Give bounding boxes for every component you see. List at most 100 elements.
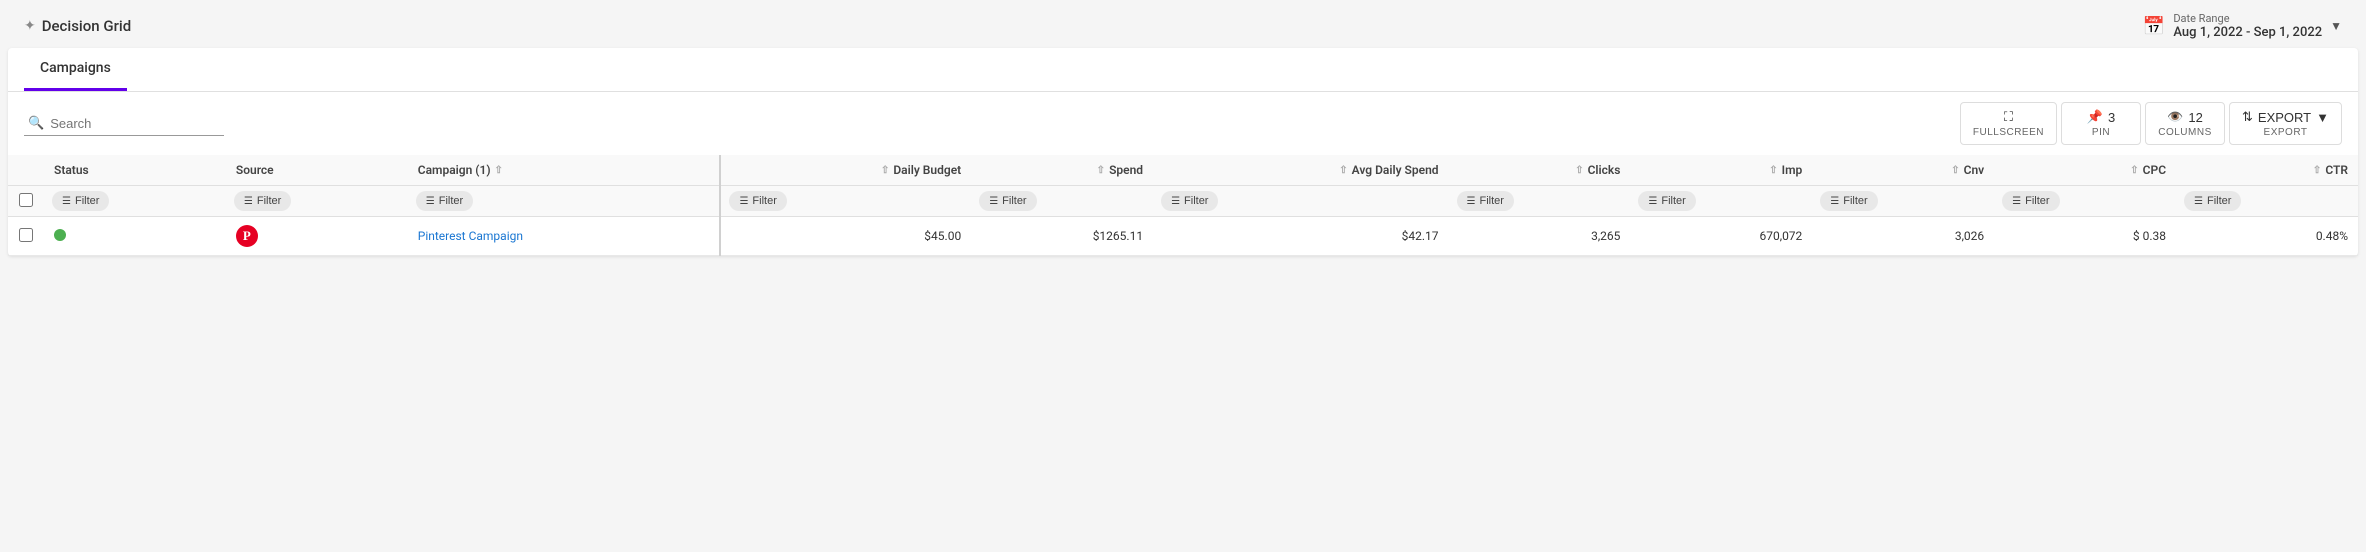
- date-range-label: Date Range: [2173, 12, 2229, 25]
- filter-th-source: ☰ Filter: [226, 186, 408, 217]
- filter-th-clicks: ☰ Filter: [1449, 186, 1631, 217]
- table-filter-row: ☰ Filter ☰ Filter ☰: [8, 186, 2358, 217]
- filter-imp-button[interactable]: ☰ Filter: [1638, 191, 1695, 211]
- th-clicks: ⇧ Clicks: [1449, 155, 1631, 186]
- pinterest-icon: P: [236, 225, 258, 247]
- filter-clicks-button[interactable]: ☰ Filter: [1457, 191, 1514, 211]
- th-cnv: ⇧ Cnv: [1812, 155, 1994, 186]
- filter-daily-budget-button[interactable]: ☰ Filter: [729, 191, 786, 211]
- export-icon: ⇅: [2242, 109, 2253, 125]
- columns-button[interactable]: 👁️ 12 COLUMNS: [2145, 102, 2225, 145]
- filter-imp-icon: ☰: [1648, 196, 1657, 207]
- app-title: ✦ Decision Grid: [24, 17, 131, 35]
- filter-clicks-label: Filter: [1480, 195, 1504, 207]
- filter-campaign-button[interactable]: ☰ Filter: [416, 191, 473, 211]
- daily-budget-sort-icon[interactable]: ⇧: [881, 165, 889, 176]
- row-daily-budget-cell: $45.00: [720, 217, 971, 256]
- filter-cpc-label: Filter: [2025, 195, 2049, 207]
- columns-label: COLUMNS: [2158, 127, 2212, 138]
- row-checkbox-cell: [8, 217, 44, 256]
- export-btn-label: EXPORT: [2264, 127, 2308, 138]
- search-input[interactable]: [50, 116, 210, 131]
- export-button[interactable]: ⇅ EXPORT ▼ EXPORT: [2229, 102, 2342, 145]
- filter-daily-budget-label: Filter: [752, 195, 776, 207]
- pin-button[interactable]: 📌 3 PIN: [2061, 102, 2141, 145]
- spend-sort-icon[interactable]: ⇧: [1097, 165, 1105, 176]
- th-spend: ⇧ Spend: [971, 155, 1153, 186]
- toolbar-actions: ⛶ FULLSCREEN 📌 3 PIN 👁️ 12 CO: [1960, 102, 2342, 145]
- pin-count: 3: [2108, 110, 2115, 125]
- avg-daily-spend-sort-icon[interactable]: ⇧: [1339, 165, 1347, 176]
- tabs-bar: Campaigns: [8, 48, 2358, 92]
- filter-imp-label: Filter: [1661, 195, 1685, 207]
- filter-th-spend: ☰ Filter: [971, 186, 1153, 217]
- th-campaign: Campaign (1) ⇧: [408, 155, 721, 186]
- filter-daily-budget-icon: ☰: [739, 196, 748, 207]
- fullscreen-button[interactable]: ⛶ FULLSCREEN: [1960, 102, 2057, 145]
- row-cnv-cell: 3,026: [1812, 217, 1994, 256]
- row-cpc-cell: $ 0.38: [1994, 217, 2176, 256]
- date-range-selector[interactable]: 📅 Date Range Aug 1, 2022 - Sep 1, 2022 ▼: [2143, 12, 2342, 40]
- chevron-down-icon: ▼: [2330, 19, 2342, 33]
- select-all-checkbox[interactable]: [19, 193, 33, 207]
- filter-spend-icon: ☰: [989, 196, 998, 207]
- filter-th-status: ☰ Filter: [44, 186, 226, 217]
- th-source: Source: [226, 155, 408, 186]
- fullscreen-icon: ⛶: [2004, 109, 2013, 125]
- row-status-cell: [44, 217, 226, 256]
- table-header-row: Status Source Campaign (1) ⇧: [8, 155, 2358, 186]
- campaign-link[interactable]: Pinterest Campaign: [418, 229, 523, 243]
- th-cpc: ⇧ CPC: [1994, 155, 2176, 186]
- filter-cpc-icon: ☰: [2012, 196, 2021, 207]
- campaign-sort-icon[interactable]: ⇧: [495, 165, 503, 176]
- filter-th-daily-budget: ☰ Filter: [720, 186, 971, 217]
- search-wrapper[interactable]: 🔍: [24, 112, 224, 136]
- th-checkbox: [8, 155, 44, 186]
- filter-status-button[interactable]: ☰ Filter: [52, 191, 109, 211]
- filter-source-button[interactable]: ☰ Filter: [234, 191, 291, 211]
- row-avg-daily-spend-cell: $42.17: [1153, 217, 1448, 256]
- filter-campaign-label: Filter: [439, 195, 463, 207]
- campaigns-table: Status Source Campaign (1) ⇧: [8, 155, 2358, 256]
- imp-sort-icon[interactable]: ⇧: [1769, 165, 1777, 176]
- app-container: ✦ Decision Grid 📅 Date Range Aug 1, 2022…: [0, 0, 2366, 552]
- row-checkbox[interactable]: [19, 228, 33, 242]
- export-chevron-icon: ▼: [2316, 110, 2329, 125]
- app-title-text: Decision Grid: [42, 17, 131, 35]
- filter-th-imp: ☰ Filter: [1630, 186, 1812, 217]
- table-row: P Pinterest Campaign $45.00 $1265.11 $42…: [8, 217, 2358, 256]
- row-source-cell: P: [226, 217, 408, 256]
- th-daily-budget: ⇧ Daily Budget: [720, 155, 971, 186]
- columns-icon: 👁️: [2167, 109, 2183, 125]
- filter-th-ctr: ☰ Filter: [2176, 186, 2358, 217]
- filter-th-cnv: ☰ Filter: [1812, 186, 1994, 217]
- filter-avg-daily-spend-button[interactable]: ☰ Filter: [1161, 191, 1218, 211]
- cpc-sort-icon[interactable]: ⇧: [2130, 165, 2138, 176]
- th-ctr: ⇧ CTR: [2176, 155, 2358, 186]
- top-header: ✦ Decision Grid 📅 Date Range Aug 1, 2022…: [0, 0, 2366, 48]
- row-ctr-cell: 0.48%: [2176, 217, 2358, 256]
- table-wrapper: Status Source Campaign (1) ⇧: [8, 155, 2358, 256]
- fullscreen-label: FULLSCREEN: [1973, 127, 2044, 138]
- cnv-sort-icon[interactable]: ⇧: [1951, 165, 1959, 176]
- filter-spend-button[interactable]: ☰ Filter: [979, 191, 1036, 211]
- sparkle-icon: ✦: [24, 18, 36, 34]
- filter-cnv-icon: ☰: [1830, 196, 1839, 207]
- filter-th-cpc: ☰ Filter: [1994, 186, 2176, 217]
- tab-campaigns[interactable]: Campaigns: [24, 48, 127, 91]
- row-spend-cell: $1265.11: [971, 217, 1153, 256]
- date-range-value: Aug 1, 2022 - Sep 1, 2022: [2173, 25, 2322, 40]
- th-imp: ⇧ Imp: [1630, 155, 1812, 186]
- row-clicks-cell: 3,265: [1449, 217, 1631, 256]
- filter-cpc-button[interactable]: ☰ Filter: [2002, 191, 2059, 211]
- filter-clicks-icon: ☰: [1467, 196, 1476, 207]
- filter-th-campaign: ☰ Filter: [408, 186, 721, 217]
- clicks-sort-icon[interactable]: ⇧: [1575, 165, 1583, 176]
- th-status: Status: [44, 155, 226, 186]
- filter-status-label: Filter: [75, 195, 99, 207]
- row-imp-cell: 670,072: [1630, 217, 1812, 256]
- filter-cnv-button[interactable]: ☰ Filter: [1820, 191, 1877, 211]
- ctr-sort-icon[interactable]: ⇧: [2313, 165, 2321, 176]
- filter-ctr-button[interactable]: ☰ Filter: [2184, 191, 2241, 211]
- pin-icon: 📌: [2087, 109, 2103, 125]
